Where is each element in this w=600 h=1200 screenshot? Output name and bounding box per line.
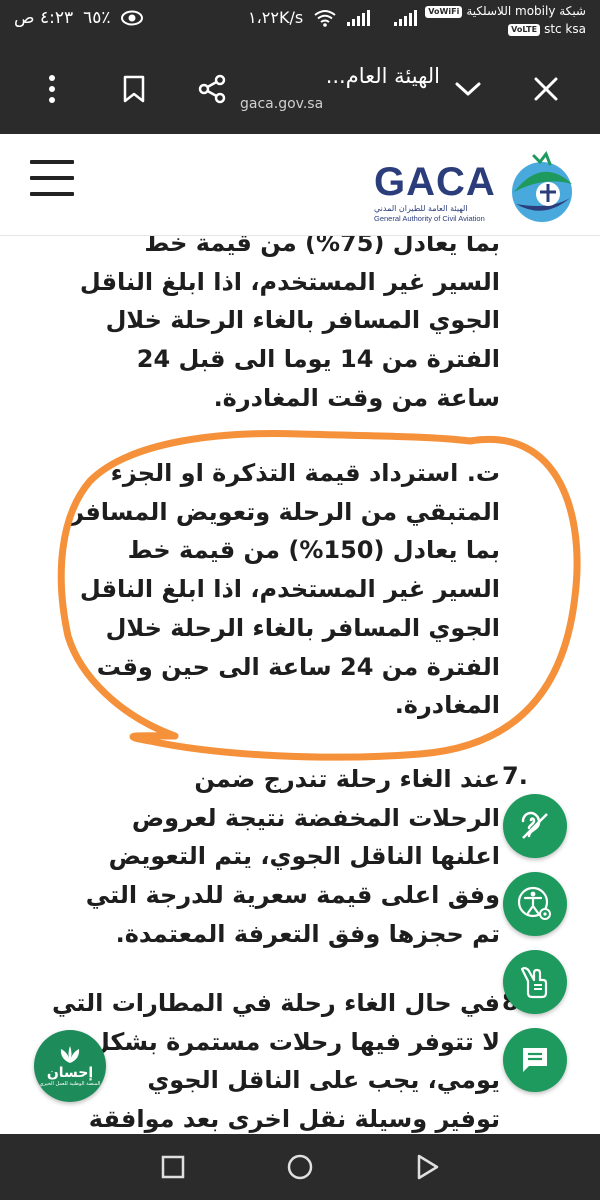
list-number-7: 7. bbox=[502, 762, 528, 790]
network-speed: ١،٢٢K/s bbox=[248, 8, 304, 27]
sign-language-button[interactable] bbox=[503, 950, 567, 1014]
logo-wordmark: GACA bbox=[374, 160, 496, 204]
text-line: تم حجزها وفق التعرفة المعتمدة. bbox=[115, 919, 500, 948]
battery-level: ٦٥٪ bbox=[83, 8, 111, 28]
sign-language-icon bbox=[520, 966, 548, 999]
ihsan-badge[interactable]: إحسان المنصة الوطنية للعمل الخيري bbox=[34, 1030, 106, 1102]
hamburger-line bbox=[30, 192, 74, 196]
signal-icon-1 bbox=[347, 9, 371, 26]
hamburger-line bbox=[30, 160, 74, 164]
list-item-7: عند الغاء رحلة تندرج ضمن الرحلات المخفضة… bbox=[80, 760, 500, 954]
text-line: في حال الغاء رحلة في المطارات التي bbox=[52, 989, 500, 1017]
paragraph-b-tail: بما يعادل (75%) من قيمة خط السير غير الم… bbox=[80, 236, 500, 418]
browser-toolbar: الهيئة العام... gaca.gov.sa bbox=[0, 44, 600, 134]
eye-comfort-icon bbox=[120, 10, 143, 26]
status-mid: ١،٢٢K/s bbox=[248, 8, 418, 27]
carrier-info: شبكة mobily اللاسلكيةVoWiFi stc ksaVoLTE bbox=[421, 2, 586, 38]
ihsan-subtitle: المنصة الوطنية للعمل الخيري bbox=[39, 1080, 101, 1087]
ihsan-leaf-icon bbox=[60, 1045, 80, 1063]
text-line: الجوي المسافر بالغاء الرحلة خلال bbox=[105, 306, 500, 335]
hearing-accessibility-button[interactable] bbox=[503, 794, 567, 858]
text-line: اعلنها الناقل الجوي، يتم التعويض bbox=[108, 842, 500, 871]
home-icon bbox=[287, 1154, 313, 1180]
logo-arabic-name: الهيئة العامة للطيران المدني bbox=[374, 204, 468, 213]
chat-icon bbox=[523, 1048, 547, 1072]
back-icon bbox=[417, 1154, 439, 1180]
site-header: GACA الهيئة العامة للطيران المدني Genera… bbox=[0, 134, 600, 236]
page-title-area: الهيئة العام... gaca.gov.sa bbox=[240, 62, 440, 112]
chat-button[interactable] bbox=[503, 1028, 567, 1092]
text-line: ساعة من وقت المغادرة. bbox=[213, 383, 500, 412]
bookmark-button[interactable] bbox=[112, 67, 156, 111]
more-vert-icon bbox=[49, 75, 55, 103]
wifi-icon bbox=[314, 9, 336, 27]
page-title: الهيئة العام... bbox=[325, 64, 440, 88]
text-line: لا تتوفر فيها رحلات مستمرة بشكل bbox=[88, 1027, 500, 1056]
list-item-8: في حال الغاء رحلة في المطارات التي لا تت… bbox=[52, 984, 500, 1134]
ihsan-label: إحسان bbox=[46, 1064, 94, 1081]
system-nav-bar bbox=[0, 1134, 600, 1200]
hearing-accessibility-icon bbox=[521, 811, 548, 839]
bookmark-icon bbox=[123, 75, 145, 103]
paragraph-t: ت. استرداد قيمة التذكرة او الجزء المتبقي… bbox=[70, 454, 500, 725]
text-line: السير غير المستخدم، اذا ابلغ الناقل bbox=[79, 575, 500, 604]
text-line: المغادرة. bbox=[394, 691, 500, 720]
text-line: ت. استرداد قيمة التذكرة او الجزء bbox=[110, 459, 500, 487]
signal-icon-2 bbox=[394, 9, 418, 26]
text-line: بما يعادل (150%) من قيمة خط bbox=[127, 536, 500, 565]
carrier-name-2: stc ksa bbox=[544, 22, 586, 36]
share-button[interactable] bbox=[190, 67, 234, 111]
volte-badge: VoLTE bbox=[508, 23, 541, 36]
logo-english-name: General Authority of Civil Aviation bbox=[374, 214, 485, 223]
text-line: يومي، يجب على الناقل الجوي bbox=[147, 1066, 500, 1095]
text-line: السير غير المستخدم، اذا ابلغ الناقل bbox=[79, 267, 500, 296]
text-line: الرحلات المخفضة نتيجة لعروض bbox=[131, 803, 500, 832]
chevron-down-icon bbox=[455, 82, 481, 96]
more-options-button[interactable] bbox=[30, 67, 74, 111]
accessibility-settings-button[interactable] bbox=[503, 872, 567, 936]
recents-icon bbox=[161, 1155, 185, 1179]
expand-button[interactable] bbox=[446, 67, 490, 111]
clock: ٤:٢٣ ص bbox=[14, 8, 74, 28]
text-line: الجوي المسافر بالغاء الرحلة خلال bbox=[105, 613, 500, 642]
menu-button[interactable] bbox=[30, 160, 74, 196]
home-button[interactable] bbox=[283, 1150, 317, 1184]
text-line: توفير وسيلة نقل اخرى بعد موافقة bbox=[88, 1105, 500, 1134]
share-icon bbox=[198, 74, 226, 104]
vowifi-badge: VoWiFi bbox=[425, 5, 463, 18]
text-line: بما يعادل (75%) من قيمة خط bbox=[144, 236, 500, 257]
text-line: المتبقي من الرحلة وتعويض المسافر bbox=[70, 497, 500, 526]
status-left: ٤:٢٣ ص ٦٥٪ bbox=[14, 8, 143, 28]
text-line: وفق اعلى قيمة سعرية للدرجة التي bbox=[85, 881, 500, 910]
recents-button[interactable] bbox=[156, 1150, 190, 1184]
text-line: الفترة من 14 يوما الى قبل 24 bbox=[136, 345, 500, 374]
back-button[interactable] bbox=[410, 1150, 444, 1184]
page-url: gaca.gov.sa bbox=[240, 96, 324, 112]
close-icon bbox=[534, 77, 558, 101]
close-tab-button[interactable] bbox=[524, 67, 568, 111]
text-line: الفترة من 24 ساعة الى حين وقت bbox=[96, 652, 500, 681]
status-bar: ٤:٢٣ ص ٦٥٪ ١،٢٢K/s شبكة mobily اللاسلكية… bbox=[0, 0, 600, 44]
hamburger-line bbox=[30, 176, 74, 180]
text-line: عند الغاء رحلة تندرج ضمن bbox=[194, 765, 500, 793]
gaca-logo[interactable]: GACA الهيئة العامة للطيران المدني Genera… bbox=[372, 146, 576, 226]
gaca-emblem-icon bbox=[512, 150, 572, 222]
carrier-name-1: شبكة mobily اللاسلكية bbox=[466, 4, 586, 18]
accessibility-settings-icon bbox=[517, 886, 551, 920]
